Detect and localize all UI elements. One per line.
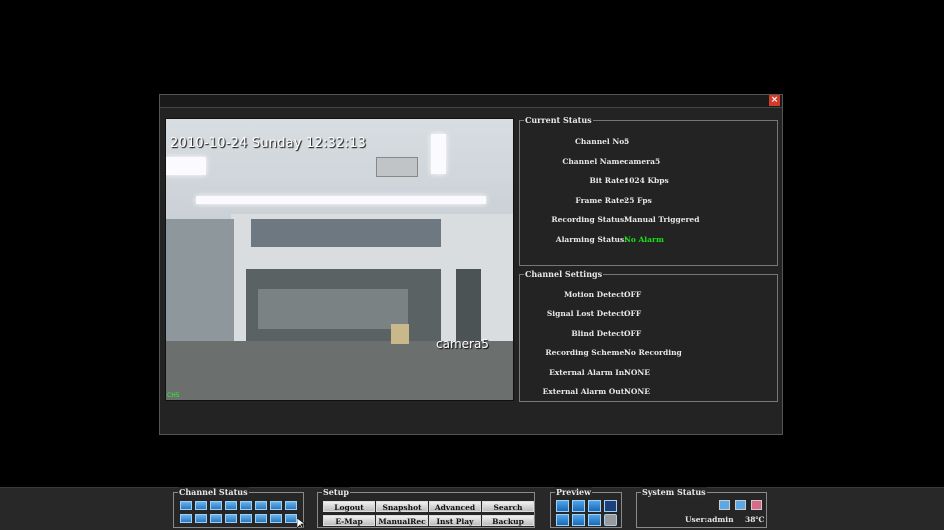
status-label: Alarming Status: [555, 235, 627, 244]
ceiling-light [196, 196, 486, 204]
emap-button[interactable]: E-Map [323, 515, 375, 526]
settings-label: Motion Detect: [564, 290, 627, 299]
ceiling-light [431, 134, 446, 174]
channel-status-title: Channel Status [178, 487, 249, 497]
current-user: User:admin [685, 515, 734, 524]
channel-14-button[interactable] [255, 514, 267, 523]
window-strip [251, 219, 441, 247]
close-icon[interactable]: × [769, 95, 780, 106]
dialog-titlebar [160, 95, 782, 108]
ceiling-vent [376, 157, 418, 177]
channel-status-panel: Channel Status [173, 487, 304, 528]
layout-3x3-icon[interactable] [588, 500, 601, 512]
layout-2x2-icon[interactable] [572, 500, 585, 512]
previous-page-icon[interactable] [556, 514, 569, 526]
bag-object [391, 324, 409, 344]
status-value: camera5 [624, 157, 661, 166]
channel-9-button[interactable] [180, 514, 192, 523]
channel-12-button[interactable] [225, 514, 237, 523]
channel-1-button[interactable] [180, 501, 192, 510]
layout-4x4-icon[interactable] [604, 500, 617, 512]
next-page-icon[interactable] [572, 514, 585, 526]
settings-value: No Recording [624, 348, 682, 357]
osd-camera-name: camera5 [436, 337, 489, 351]
current-status-title: Current Status [524, 115, 593, 125]
settings-value: NONE [624, 368, 650, 377]
frosted-band [258, 289, 408, 329]
logout-button[interactable]: Logout [323, 501, 375, 512]
sequence-icon[interactable] [588, 514, 601, 526]
mouse-cursor-icon [297, 518, 306, 530]
channel-3-button[interactable] [210, 501, 222, 510]
channel-10-button[interactable] [195, 514, 207, 523]
disk-icon [735, 500, 746, 510]
advanced-button[interactable]: Advanced [429, 501, 481, 512]
settings-value: OFF [624, 290, 642, 299]
channel-info-dialog: × 2010-10-24 Sunday 12:32:13 camera5 CH5… [159, 94, 783, 435]
snapshot-button[interactable]: Snapshot [376, 501, 428, 512]
settings-icon[interactable] [604, 514, 617, 526]
channel-2-button[interactable] [195, 501, 207, 510]
status-label: Channel No: [574, 137, 627, 146]
settings-value: OFF [624, 309, 642, 318]
status-label: Channel Name: [562, 157, 627, 166]
channel-settings-group: Channel Settings Motion Detect: OFF Signa… [519, 269, 778, 402]
backup-button[interactable]: Backup [482, 515, 534, 526]
settings-label: Signal Lost Detect: [546, 309, 627, 318]
preview-title: Preview [555, 487, 592, 497]
settings-value: OFF [624, 329, 642, 338]
channel-settings-title: Channel Settings [524, 269, 604, 279]
settings-label: External Alarm In: [549, 368, 627, 377]
system-status-title: System Status [641, 487, 707, 497]
osd-channel-tag: CH5 [167, 392, 180, 399]
camera-preview: 2010-10-24 Sunday 12:32:13 camera5 CH5 [165, 118, 514, 401]
setup-title: Setup [322, 487, 350, 497]
settings-label: External Alarm Out: [542, 387, 627, 396]
ceiling-light [166, 157, 206, 175]
channel-7-button[interactable] [270, 501, 282, 510]
osd-timestamp: 2010-10-24 Sunday 12:32:13 [170, 136, 367, 151]
channel-15-button[interactable] [270, 514, 282, 523]
bottom-toolbar: Channel Status Setup Logout Snapshot Adv… [0, 487, 944, 530]
settings-label: Blind Detect: [571, 329, 627, 338]
system-status-panel: System Status User:admin 38℃ [636, 487, 767, 528]
channel-8-button[interactable] [285, 501, 297, 510]
manual-rec-button[interactable]: ManualRec [376, 515, 428, 526]
alarm-icon [751, 500, 762, 510]
settings-value: NONE [624, 387, 650, 396]
inst-play-button[interactable]: Inst Play [429, 515, 481, 526]
channel-13-button[interactable] [240, 514, 252, 523]
current-status-group: Current Status Channel No: 5 Channel Name… [519, 115, 778, 266]
search-button[interactable]: Search [482, 501, 534, 512]
channel-11-button[interactable] [210, 514, 222, 523]
status-value: 5 [624, 137, 630, 146]
status-label: Recording Status: [551, 215, 627, 224]
status-value: Manual Triggered [624, 215, 700, 224]
layout-1x1-icon[interactable] [556, 500, 569, 512]
channel-6-button[interactable] [255, 501, 267, 510]
status-value: 25 Fps [624, 196, 652, 205]
channel-16-button[interactable] [285, 514, 297, 523]
setup-panel: Setup Logout Snapshot Advanced Search E-… [317, 487, 535, 528]
settings-label: Recording Scheme: [545, 348, 627, 357]
channel-4-button[interactable] [225, 501, 237, 510]
status-label: Bit Rate: [589, 176, 627, 185]
channel-5-button[interactable] [240, 501, 252, 510]
preview-panel: Preview [550, 487, 622, 528]
alarm-status-value: No Alarm [624, 235, 664, 244]
status-label: Frame Rate: [575, 196, 627, 205]
temperature: 38℃ [745, 515, 765, 524]
network-icon [719, 500, 730, 510]
status-value: 1024 Kbps [624, 176, 669, 185]
